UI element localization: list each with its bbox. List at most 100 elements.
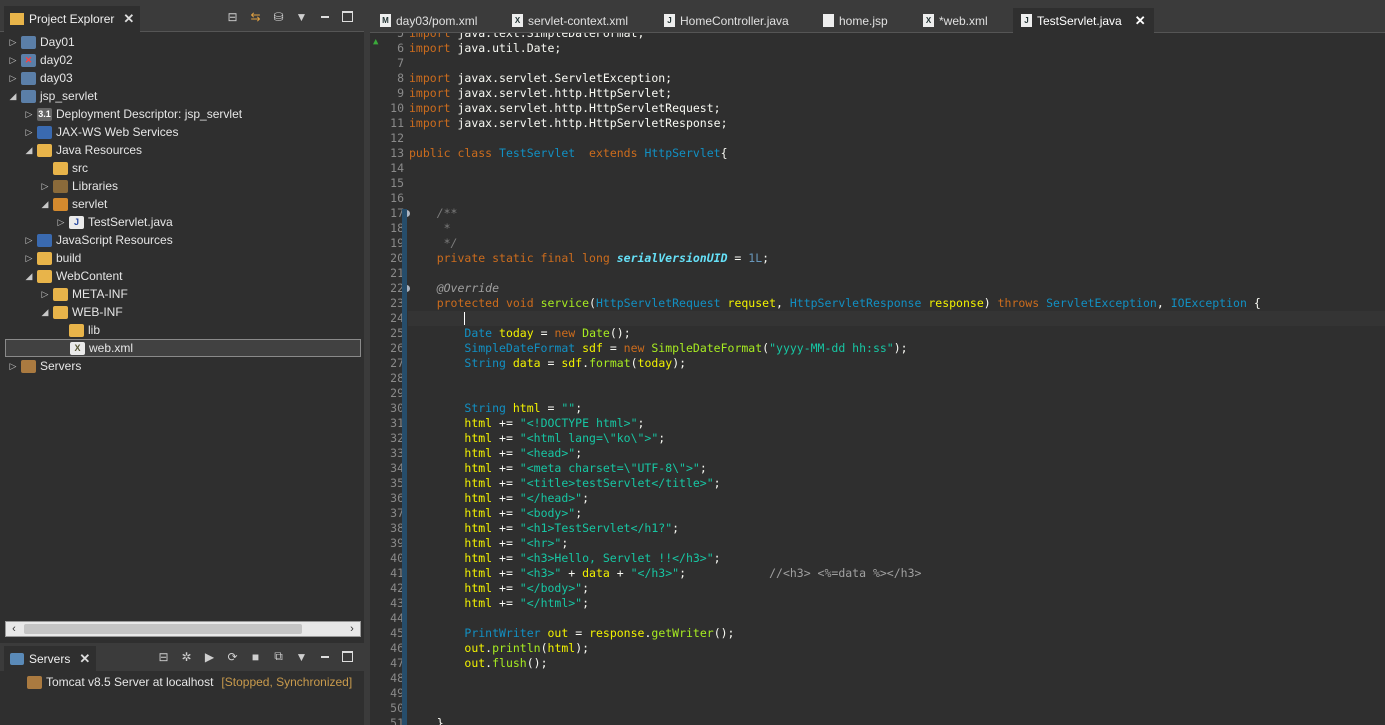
minimize-icon[interactable] <box>316 8 333 25</box>
code-line[interactable]: @Override <box>408 281 1385 296</box>
server-item[interactable]: Tomcat v8.5 Server at localhost [Stopped… <box>5 673 361 691</box>
code-line[interactable]: html += "<body>"; <box>408 506 1385 521</box>
code-line[interactable]: out.println(html); <box>408 641 1385 656</box>
code-line[interactable]: html += "<html lang=\"ko\">"; <box>408 431 1385 446</box>
view-menu-icon[interactable]: ▼ <box>293 648 310 665</box>
code-line[interactable]: out.flush(); <box>408 656 1385 671</box>
start-server-icon[interactable]: ▶ <box>201 648 218 665</box>
collapse-all-icon[interactable]: ⊟ <box>224 8 241 25</box>
code-line[interactable]: public class TestServlet extends HttpSer… <box>408 146 1385 161</box>
tree-item[interactable]: Xweb.xml <box>5 339 361 357</box>
horizontal-scrollbar[interactable]: ‹ › <box>5 621 361 637</box>
tree-item[interactable]: ▷ day03 <box>5 69 361 87</box>
code-line[interactable] <box>408 56 1385 71</box>
code-line[interactable]: html += "</html>"; <box>408 596 1385 611</box>
tree-item[interactable]: ◢ Java Resources <box>5 141 361 159</box>
expanded-arrow-icon[interactable]: ◢ <box>7 91 19 102</box>
code-line[interactable] <box>408 371 1385 386</box>
code-line[interactable]: * <box>408 221 1385 236</box>
collapsed-arrow-icon[interactable]: ▷ <box>39 289 51 300</box>
link-with-editor-icon[interactable]: ⇆ <box>247 8 264 25</box>
profile-server-icon[interactable]: ⟳ <box>224 648 241 665</box>
view-menu-icon[interactable]: ▼ <box>293 8 310 25</box>
editor-tab[interactable]: Xservlet-context.xml <box>508 8 632 33</box>
code-lines[interactable]: import java.text.SimpleDateFormat; import… <box>408 33 1385 725</box>
stop-server-icon[interactable]: ■ <box>247 648 264 665</box>
editor-tab[interactable]: J HomeController.java <box>660 8 793 33</box>
code-line[interactable]: html += "<head>"; <box>408 446 1385 461</box>
code-line[interactable] <box>408 386 1385 401</box>
tree-item[interactable]: ▷ Libraries <box>5 177 361 195</box>
code-line[interactable]: */ <box>408 236 1385 251</box>
collapse-icon[interactable]: ⊟ <box>155 648 172 665</box>
tree-item[interactable]: ▷ META-INF <box>5 285 361 303</box>
tree-item[interactable]: ◢ WEB-INF <box>5 303 361 321</box>
expanded-arrow-icon[interactable]: ◢ <box>39 199 51 210</box>
close-icon[interactable]: ✕ <box>79 651 90 667</box>
code-line[interactable]: html += "</body>"; <box>408 581 1385 596</box>
code-line[interactable]: /** <box>408 206 1385 221</box>
code-line[interactable]: PrintWriter out = response.getWriter(); <box>408 626 1385 641</box>
tree-item[interactable]: ▷ Day01 <box>5 33 361 51</box>
collapsed-arrow-icon[interactable]: ▷ <box>39 181 51 192</box>
maximize-icon[interactable] <box>339 648 356 665</box>
code-line[interactable]: String html = ""; <box>408 401 1385 416</box>
code-editor[interactable]: ▲ 5 6 7 8 9 10 11 12 13 14 15 16 17 18 19 20 21 22 23 24 25 2… <box>370 33 1385 725</box>
code-line[interactable]: html += "<h3>Hello, Servlet !!</h3>"; <box>408 551 1385 566</box>
editor-tab[interactable]: home.jsp <box>819 8 892 33</box>
code-line[interactable]: html += "<title>testServlet</title>"; <box>408 476 1385 491</box>
close-icon[interactable]: ✕ <box>1135 13 1146 29</box>
tab-project-explorer[interactable]: Project Explorer ✕ <box>4 6 141 32</box>
code-line[interactable] <box>408 671 1385 686</box>
code-line[interactable]: import javax.servlet.http.HttpServletReq… <box>408 101 1385 116</box>
code-line[interactable]: html += "<h1>TestServlet</h1?"; <box>408 521 1385 536</box>
code-line[interactable] <box>408 611 1385 626</box>
tree-item[interactable]: ▷ JAX-WS Web Services <box>5 123 361 141</box>
publish-icon[interactable]: ⧉ <box>270 648 287 665</box>
tree-item[interactable]: ▷ J TestServlet.java <box>5 213 361 231</box>
tree-item[interactable]: ◢ WebContent <box>5 267 361 285</box>
code-line[interactable]: import javax.servlet.http.HttpServlet; <box>408 86 1385 101</box>
collapsed-arrow-icon[interactable]: ▷ <box>7 37 19 48</box>
code-line[interactable]: import java.util.Date; <box>408 41 1385 56</box>
collapsed-arrow-icon[interactable]: ▷ <box>23 235 35 246</box>
debug-server-icon[interactable]: ✲ <box>178 648 195 665</box>
tree-item[interactable]: ▷ 3.1 Deployment Descriptor: jsp_servlet <box>5 105 361 123</box>
tree-item[interactable]: ▷ build <box>5 249 361 267</box>
scroll-left-icon[interactable]: ‹ <box>7 622 21 636</box>
code-line[interactable]: html += "<hr>"; <box>408 536 1385 551</box>
collapsed-arrow-icon[interactable]: ▷ <box>7 361 19 372</box>
code-line[interactable]: html += "<meta charset=\"UTF-8\">"; <box>408 461 1385 476</box>
code-line[interactable]: html += "<!DOCTYPE html>"; <box>408 416 1385 431</box>
collapsed-arrow-icon[interactable]: ▷ <box>23 127 35 138</box>
code-line[interactable]: SimpleDateFormat sdf = new SimpleDateFor… <box>408 341 1385 356</box>
scrollbar-thumb[interactable] <box>24 624 302 634</box>
code-line[interactable] <box>408 686 1385 701</box>
code-line[interactable] <box>408 701 1385 716</box>
collapsed-arrow-icon[interactable]: ▷ <box>7 55 19 66</box>
tree-item[interactable]: ▷ ✕ day02 <box>5 51 361 69</box>
filter-icon[interactable]: ⛁ <box>270 8 287 25</box>
scroll-right-icon[interactable]: › <box>345 622 359 636</box>
code-line[interactable]: import javax.servlet.ServletException; <box>408 71 1385 86</box>
code-line[interactable] <box>408 131 1385 146</box>
collapsed-arrow-icon[interactable]: ▷ <box>55 217 67 228</box>
expanded-arrow-icon[interactable]: ◢ <box>39 307 51 318</box>
code-line[interactable]: html += "<h3>" + data + "</h3>"; //<h3> … <box>408 566 1385 581</box>
code-line[interactable]: protected void service(HttpServletReques… <box>408 296 1385 311</box>
code-line[interactable] <box>408 311 1385 326</box>
code-line[interactable] <box>408 176 1385 191</box>
code-line[interactable]: } <box>408 716 1385 725</box>
editor-tab[interactable]: J TestServlet.java ✕ <box>1013 8 1154 33</box>
code-line[interactable] <box>408 266 1385 281</box>
code-line[interactable]: private static final long serialVersionU… <box>408 251 1385 266</box>
tree-item[interactable]: ◢ jsp_servlet <box>5 87 361 105</box>
editor-tab[interactable]: Mday03/pom.xml <box>376 8 481 33</box>
maximize-icon[interactable] <box>339 8 356 25</box>
code-line[interactable] <box>408 161 1385 176</box>
code-line[interactable] <box>408 191 1385 206</box>
expanded-arrow-icon[interactable]: ◢ <box>23 145 35 156</box>
tree-item[interactable]: ▷ Servers <box>5 357 361 375</box>
tree-item[interactable]: lib <box>5 321 361 339</box>
editor-tab[interactable]: X *web.xml <box>919 8 992 33</box>
